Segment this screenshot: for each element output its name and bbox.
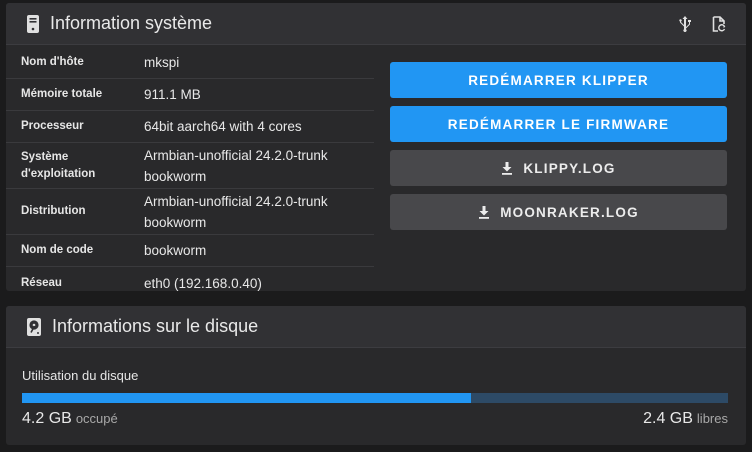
usb-button[interactable]: [668, 7, 702, 41]
klippy-log-label: KLIPPY.LOG: [523, 160, 616, 176]
info-key: Réseau: [21, 276, 62, 289]
system-info-table: Nom d'hôte mkspi Mémoire totale 911.1 MB…: [6, 46, 374, 291]
restart-firmware-label: REDÉMARRER LE FIRMWARE: [447, 116, 670, 132]
info-value: eth0 (192.168.0.40): [144, 275, 262, 291]
moonraker-log-label: MOONRAKER.LOG: [500, 204, 639, 220]
usb-icon: [678, 15, 692, 32]
info-row-cpu: Processeur 64bit aarch64 with 4 cores: [6, 111, 374, 143]
file-refresh-icon: [712, 15, 726, 32]
restart-klipper-label: REDÉMARRER KLIPPER: [468, 72, 649, 88]
info-value: mkspi: [144, 54, 180, 70]
download-icon: [478, 205, 490, 219]
disk-used-label: occupé: [75, 411, 118, 426]
info-key: Système d'exploitation: [21, 150, 96, 180]
info-value: 64bit aarch64 with 4 cores: [144, 119, 302, 134]
klippy-log-download-button[interactable]: KLIPPY.LOG: [390, 150, 727, 186]
info-row-codename: Nom de code bookworm: [6, 235, 374, 267]
download-icon: [501, 161, 513, 175]
info-row-network: Réseau eth0 (192.168.0.40): [6, 267, 374, 291]
info-value: 911.1 MB: [144, 87, 201, 102]
info-row-memory: Mémoire totale 911.1 MB: [6, 79, 374, 111]
disk-usage-stats: 4.2 GB occupé 2.4 GB libres: [22, 410, 728, 428]
system-info-title: Information système: [50, 13, 213, 33]
info-row-os: Système d'exploitation Armbian-unofficia…: [6, 143, 374, 189]
disk-info-header: Informations sur le disque: [6, 306, 746, 348]
info-key: Processeur: [21, 120, 84, 132]
system-info-header: Information système: [6, 3, 746, 45]
disk-free-label: libres: [696, 411, 728, 426]
info-key: Mémoire totale: [21, 88, 103, 100]
system-info-card: Information système Nom d'hôte mkspi Mém…: [6, 3, 746, 291]
moonraker-log-download-button[interactable]: MOONRAKER.LOG: [390, 194, 727, 230]
disk-usage-bar: [22, 393, 728, 403]
info-row-distribution: Distribution Armbian-unofficial 24.2.0-t…: [6, 189, 374, 235]
disk-usage-bar-fill: [22, 393, 472, 403]
disk-info-card: Informations sur le disque Utilisation d…: [6, 306, 746, 445]
disk-used: 4.2 GB occupé: [22, 410, 118, 428]
info-value: Armbian-unofficial 24.2.0-trunk bookworm: [144, 147, 328, 184]
disk-free-value: 2.4 GB: [643, 410, 693, 427]
info-key: Distribution: [21, 205, 86, 217]
file-refresh-button[interactable]: [702, 7, 736, 41]
harddisk-icon: [26, 317, 42, 337]
desktop-tower-icon: [26, 14, 40, 34]
info-value: Armbian-unofficial 24.2.0-trunk bookworm: [144, 193, 328, 230]
info-value: bookworm: [144, 243, 207, 258]
disk-used-value: 4.2 GB: [22, 410, 72, 427]
disk-free: 2.4 GB libres: [643, 410, 728, 428]
disk-usage-section: Utilisation du disque 4.2 GB occupé 2.4 G…: [22, 368, 728, 428]
restart-firmware-button[interactable]: REDÉMARRER LE FIRMWARE: [390, 106, 727, 142]
info-row-hostname: Nom d'hôte mkspi: [6, 46, 374, 79]
info-key: Nom de code: [21, 244, 94, 256]
disk-info-title: Informations sur le disque: [52, 316, 259, 336]
restart-klipper-button[interactable]: REDÉMARRER KLIPPER: [390, 62, 727, 98]
info-key: Nom d'hôte: [21, 55, 84, 68]
disk-usage-label: Utilisation du disque: [22, 368, 139, 383]
